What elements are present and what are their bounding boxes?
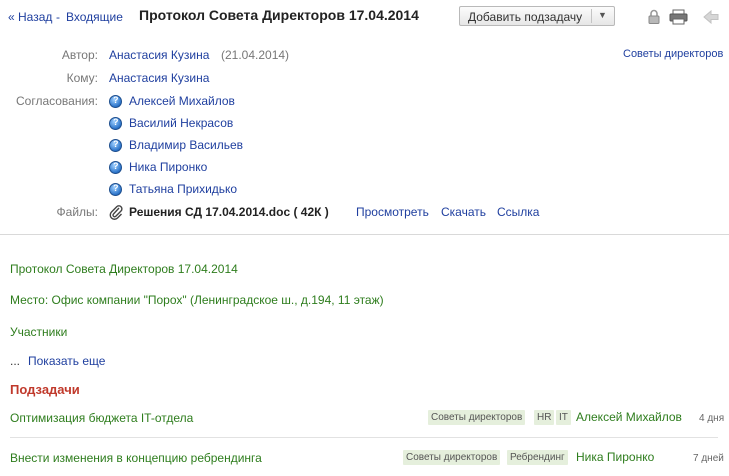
lock-icon[interactable] bbox=[648, 9, 660, 24]
tag-badge[interactable]: HR bbox=[534, 410, 555, 425]
question-icon: ? bbox=[109, 139, 122, 152]
file-name: Решения СД 17.04.2014.doc ( 42К ) bbox=[129, 205, 329, 219]
show-more-link[interactable]: Показать еще bbox=[28, 354, 105, 368]
approvals-label: Согласования: bbox=[15, 94, 98, 108]
section-divider bbox=[0, 234, 729, 235]
content-heading: Протокол Совета Директоров 17.04.2014 bbox=[10, 262, 238, 276]
breadcrumb-separator: - bbox=[56, 10, 60, 24]
tag-badge[interactable]: Ребрендинг bbox=[507, 450, 568, 465]
approver-link[interactable]: Владимир Васильев bbox=[129, 138, 243, 152]
question-icon: ? bbox=[109, 183, 122, 196]
tag-badge[interactable]: Советы директоров bbox=[403, 450, 501, 465]
back-link[interactable]: « Назад bbox=[8, 10, 52, 24]
approver-link[interactable]: Василий Некрасов bbox=[129, 116, 233, 130]
approver-link[interactable]: Ника Пиронко bbox=[129, 160, 207, 174]
author-name-link[interactable]: Анастасия Кузина bbox=[109, 48, 209, 62]
recipient-label: Кому: bbox=[66, 71, 98, 85]
meeting-place: Место: Офис компании "Порох" (Ленинградс… bbox=[10, 293, 384, 307]
subtask-due: 7 дней bbox=[693, 453, 724, 464]
question-icon: ? bbox=[109, 161, 122, 174]
approver-link[interactable]: Татьяна Прихидько bbox=[129, 182, 237, 196]
row-divider bbox=[10, 437, 718, 438]
paperclip-icon bbox=[109, 205, 123, 220]
question-icon: ? bbox=[109, 117, 122, 130]
file-view-link[interactable]: Просмотреть bbox=[356, 205, 429, 219]
question-icon: ? bbox=[109, 95, 122, 108]
file-download-link[interactable]: Скачать bbox=[441, 205, 486, 219]
add-subtask-label: Добавить подзадачу bbox=[468, 10, 583, 24]
subtasks-heading: Подзадачи bbox=[10, 382, 80, 397]
ellipsis: ... bbox=[10, 354, 21, 368]
page-title: Протокол Совета Директоров 17.04.2014 bbox=[139, 7, 419, 23]
chevron-down-icon[interactable]: ▼ bbox=[598, 10, 607, 20]
back-arrow-icon[interactable] bbox=[703, 10, 719, 24]
file-share-link[interactable]: Ссылка bbox=[497, 205, 539, 219]
tag-badge[interactable]: IT bbox=[556, 410, 571, 425]
toolbar: « Назад - Входящие Протокол Совета Дирек… bbox=[0, 0, 729, 34]
participants-label: Участники bbox=[10, 325, 68, 339]
printer-icon[interactable] bbox=[669, 9, 688, 25]
subtask-title[interactable]: Внести изменения в концепцию ребрендинга bbox=[10, 451, 262, 465]
add-subtask-button[interactable]: Добавить подзадачу ▼ bbox=[459, 6, 615, 26]
author-label: Автор: bbox=[61, 48, 98, 62]
subtask-assignee[interactable]: Алексей Михайлов bbox=[576, 410, 682, 424]
board-link[interactable]: Советы директоров bbox=[623, 48, 723, 60]
files-label: Файлы: bbox=[56, 205, 98, 219]
subtask-due: 4 дня bbox=[699, 413, 725, 424]
approver-link[interactable]: Алексей Михайлов bbox=[129, 94, 235, 108]
author-date: (21.04.2014) bbox=[221, 48, 290, 62]
tag-badge[interactable]: Советы директоров bbox=[428, 410, 526, 425]
inbox-link[interactable]: Входящие bbox=[66, 10, 123, 24]
subtask-assignee[interactable]: Ника Пиронко bbox=[576, 450, 654, 464]
recipient-name-link[interactable]: Анастасия Кузина bbox=[109, 71, 209, 85]
subtask-title[interactable]: Оптимизация бюджета IT-отдела bbox=[10, 411, 193, 425]
button-divider bbox=[591, 9, 592, 23]
